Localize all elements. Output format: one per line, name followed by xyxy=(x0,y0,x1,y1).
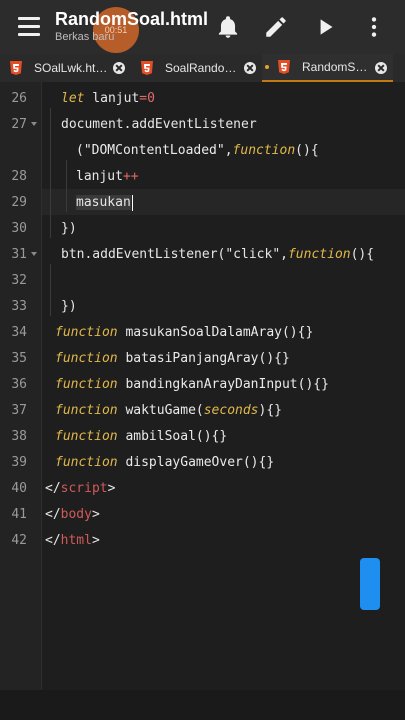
fold-arrow-icon[interactable] xyxy=(31,122,37,126)
code-line: 32 xyxy=(0,268,405,294)
code-line: 37 function waktuGame(seconds){} xyxy=(0,398,405,424)
title-block: RandomSoal.html Berkas baru xyxy=(55,8,208,44)
code-line: 41 </body> xyxy=(0,502,405,528)
code-line: 38 function ambilSoal(){} xyxy=(0,424,405,450)
line-number: 37 xyxy=(11,403,27,418)
text-cursor xyxy=(131,194,133,211)
code-line: 26 let lanjut=0 xyxy=(0,86,405,112)
more-vert-icon[interactable] xyxy=(361,14,387,40)
code-line: 27 document.addEventListener xyxy=(0,112,405,138)
tab-soallwk[interactable]: SOalLwk.ht… xyxy=(0,54,131,82)
line-number: 36 xyxy=(11,377,27,392)
selected-word: masukan xyxy=(76,195,131,210)
line-number: 28 xyxy=(11,169,27,184)
tab-label: SOalLwk.ht… xyxy=(34,61,108,75)
line-number: 27 xyxy=(11,117,27,132)
line-number: 26 xyxy=(11,91,27,106)
play-icon[interactable] xyxy=(313,14,339,40)
line-number: 33 xyxy=(11,299,27,314)
close-icon[interactable] xyxy=(244,62,256,74)
code-line: 34 function masukanSoalDalamAray(){} xyxy=(0,320,405,346)
file-tabs: SOalLwk.ht… SoalRando… RandomS… xyxy=(0,54,405,82)
line-number: 31 xyxy=(11,247,27,262)
line-number: 30 xyxy=(11,221,27,236)
code-line: 31 btn.addEventListener("click",function… xyxy=(0,242,405,268)
tab-soalrando[interactable]: SoalRando… xyxy=(131,54,262,82)
code-line: 39 function displayGameOver(){} xyxy=(0,450,405,476)
tab-randoms-active[interactable]: RandomS… xyxy=(262,54,393,82)
line-number: 32 xyxy=(11,273,27,288)
code-line: 28 lanjut++ xyxy=(0,164,405,190)
line-number: 35 xyxy=(11,351,27,366)
line-number: 41 xyxy=(11,507,27,522)
code-line: 30 }) xyxy=(0,216,405,242)
line-number: 40 xyxy=(11,481,27,496)
html5-icon xyxy=(278,60,290,74)
line-number: 34 xyxy=(11,325,27,340)
app-bar: 00:51 RandomSoal.html Berkas baru xyxy=(0,0,405,54)
tab-label: SoalRando… xyxy=(165,61,237,75)
fold-arrow-icon[interactable] xyxy=(31,252,37,256)
code-line-current: 29 masukan xyxy=(0,190,405,216)
page-subtitle: Berkas baru xyxy=(55,31,115,43)
close-icon[interactable] xyxy=(375,62,387,74)
close-icon[interactable] xyxy=(113,62,125,74)
bell-icon[interactable] xyxy=(215,14,241,40)
scroll-thumb[interactable] xyxy=(360,558,380,610)
html5-icon xyxy=(141,61,153,75)
code-line: 36 function bandingkanArayDanInput(){} xyxy=(0,372,405,398)
code-line: 35 function batasiPanjangAray(){} xyxy=(0,346,405,372)
code-line: 40 </script> xyxy=(0,476,405,502)
unsaved-dot xyxy=(265,65,269,69)
code-line: 42 </html> xyxy=(0,528,405,554)
html5-icon xyxy=(10,61,22,75)
pencil-icon[interactable] xyxy=(263,14,289,40)
code-line: 33 }) xyxy=(0,294,405,320)
menu-icon[interactable] xyxy=(18,17,40,37)
line-number: 39 xyxy=(11,455,27,470)
bottom-bar xyxy=(0,690,405,720)
line-number: 29 xyxy=(11,195,27,210)
line-number: 38 xyxy=(11,429,27,444)
tab-label: RandomS… xyxy=(302,60,368,74)
line-number: 42 xyxy=(11,533,27,548)
page-title: RandomSoal.html xyxy=(55,9,209,29)
code-editor[interactable]: 26 let lanjut=0 27 document.addEventList… xyxy=(0,82,405,720)
code-line-wrap: ("DOMContentLoaded",function(){ xyxy=(76,143,319,158)
